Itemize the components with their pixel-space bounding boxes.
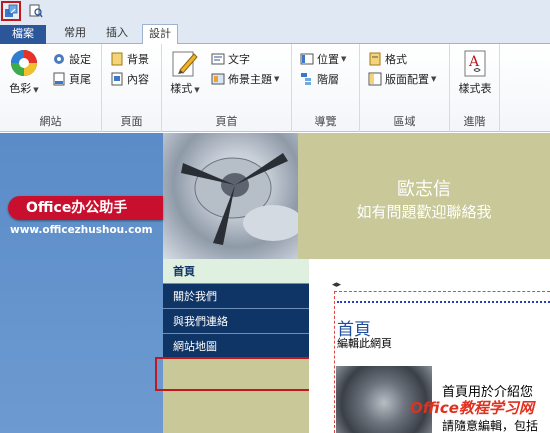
theme-button[interactable]: 佈景主題 ▼ — [211, 71, 279, 87]
footer-icon — [52, 72, 66, 86]
stylesheet-icon: A — [460, 48, 490, 78]
settings-icon — [52, 52, 66, 66]
position-label: 位置 — [317, 53, 339, 66]
theme-label: 佈景主題 — [228, 73, 272, 86]
region-handle[interactable]: ◂▸ — [332, 280, 341, 290]
group-advanced: A 樣式表 進階 — [450, 44, 500, 132]
site-title: 歐志信 — [397, 179, 451, 200]
style-brush-icon — [170, 48, 200, 78]
chevron-down-icon: ▼ — [431, 75, 437, 83]
layout-icon — [368, 72, 382, 86]
site-preview: 歐志信 如有問題歡迎聯絡我 Office办公助手 www.officezhush… — [0, 133, 550, 433]
nav-item-about[interactable]: 關於我們 — [163, 284, 309, 309]
text-button[interactable]: 文字 — [211, 51, 250, 67]
footer-button[interactable]: 頁尾 — [52, 71, 91, 87]
content-text-2: 請隨意編輯，包括 — [442, 419, 539, 433]
chevron-down-icon: ▼ — [33, 86, 39, 94]
levels-button[interactable]: 階層 — [300, 71, 339, 87]
tab-insert[interactable]: 插入 — [100, 24, 134, 44]
group-advanced-label: 進階 — [463, 115, 486, 128]
banner: 歐志信 如有問題歡迎聯絡我 — [298, 133, 550, 259]
header-style-button[interactable]: 樣式 ▼ — [167, 48, 203, 96]
content-icon — [110, 72, 124, 86]
layout-button[interactable]: 版面配置 ▼ — [368, 71, 436, 87]
group-region: 格式 版面配置 ▼ 區域 — [360, 44, 450, 132]
text-label: 文字 — [228, 53, 250, 66]
settings-label: 設定 — [69, 53, 91, 66]
background-button[interactable]: 背景 — [110, 51, 149, 67]
group-page-label: 頁面 — [120, 115, 143, 128]
site-nav: 首頁 關於我們 與我們連絡 網站地圖 — [163, 259, 309, 359]
watermark: Office教程学习网 — [410, 399, 534, 417]
position-button[interactable]: 位置 ▼ — [300, 51, 346, 67]
group-navigation-label: 導覽 — [314, 115, 337, 128]
publish-icon[interactable] — [1, 1, 21, 21]
chevron-down-icon: ▼ — [194, 86, 200, 94]
chevron-down-icon: ▼ — [341, 55, 347, 63]
settings-button[interactable]: 設定 — [52, 51, 91, 67]
stylesheet-button[interactable]: A 樣式表 — [453, 48, 497, 96]
levels-icon — [300, 72, 314, 86]
selection-highlight[interactable] — [155, 357, 313, 391]
group-navigation: 位置 ▼ 階層 導覽 — [292, 44, 360, 132]
group-header-label: 頁首 — [215, 115, 238, 128]
ribbon: 色彩 ▼ 設定 頁尾 網站 背景 內容 頁面 樣式 ▼ 文字 佈景主題 ▼ 頁首… — [0, 44, 550, 132]
quick-access-toolbar — [0, 0, 550, 22]
nav-item-contact[interactable]: 與我們連絡 — [163, 309, 309, 334]
tab-design[interactable]: 設計 — [142, 24, 178, 45]
background-icon — [110, 52, 124, 66]
nav-item-home[interactable]: 首頁 — [163, 259, 309, 284]
group-website: 色彩 ▼ 設定 頁尾 網站 — [0, 44, 102, 132]
levels-label: 階層 — [317, 73, 339, 86]
layout-label: 版面配置 — [385, 73, 429, 86]
tab-file[interactable]: 檔案 — [0, 25, 46, 44]
site-subtitle: 如有問題歡迎聯絡我 — [356, 203, 492, 221]
color-wheel-icon — [9, 48, 39, 78]
chevron-down-icon: ▼ — [274, 75, 280, 83]
content-label: 內容 — [127, 73, 149, 86]
group-header: 樣式 ▼ 文字 佈景主題 ▼ 頁首 — [162, 44, 292, 132]
format-icon — [368, 52, 382, 66]
edit-page-link[interactable]: 編輯此網頁 — [337, 335, 392, 351]
stylesheet-label: 樣式表 — [458, 82, 492, 95]
format-label: 格式 — [385, 53, 407, 66]
text-icon — [211, 52, 225, 66]
logo-banner: Office办公助手 — [8, 196, 163, 220]
background-label: 背景 — [127, 53, 149, 66]
header-style-label: 樣式 — [170, 82, 193, 95]
tab-home[interactable]: 常用 — [58, 24, 92, 44]
theme-icon — [211, 72, 225, 86]
color-label: 色彩 — [9, 82, 32, 95]
svg-text:A: A — [468, 54, 480, 70]
logo-url: www.officezhushou.com — [10, 224, 153, 236]
preview-icon[interactable] — [26, 1, 46, 21]
ribbon-tab-row: 檔案 常用 插入 設計 — [0, 22, 550, 45]
group-region-label: 區域 — [393, 115, 416, 128]
left-panel — [0, 133, 163, 433]
nav-item-sitemap[interactable]: 網站地圖 — [163, 334, 309, 359]
position-icon — [300, 52, 314, 66]
group-page: 背景 內容 頁面 — [102, 44, 162, 132]
color-button[interactable]: 色彩 ▼ — [6, 48, 42, 96]
content-button[interactable]: 內容 — [110, 71, 149, 87]
footer-label: 頁尾 — [69, 73, 91, 86]
airplane-image — [163, 133, 298, 259]
format-button[interactable]: 格式 — [368, 51, 407, 67]
group-website-label: 網站 — [39, 115, 62, 128]
